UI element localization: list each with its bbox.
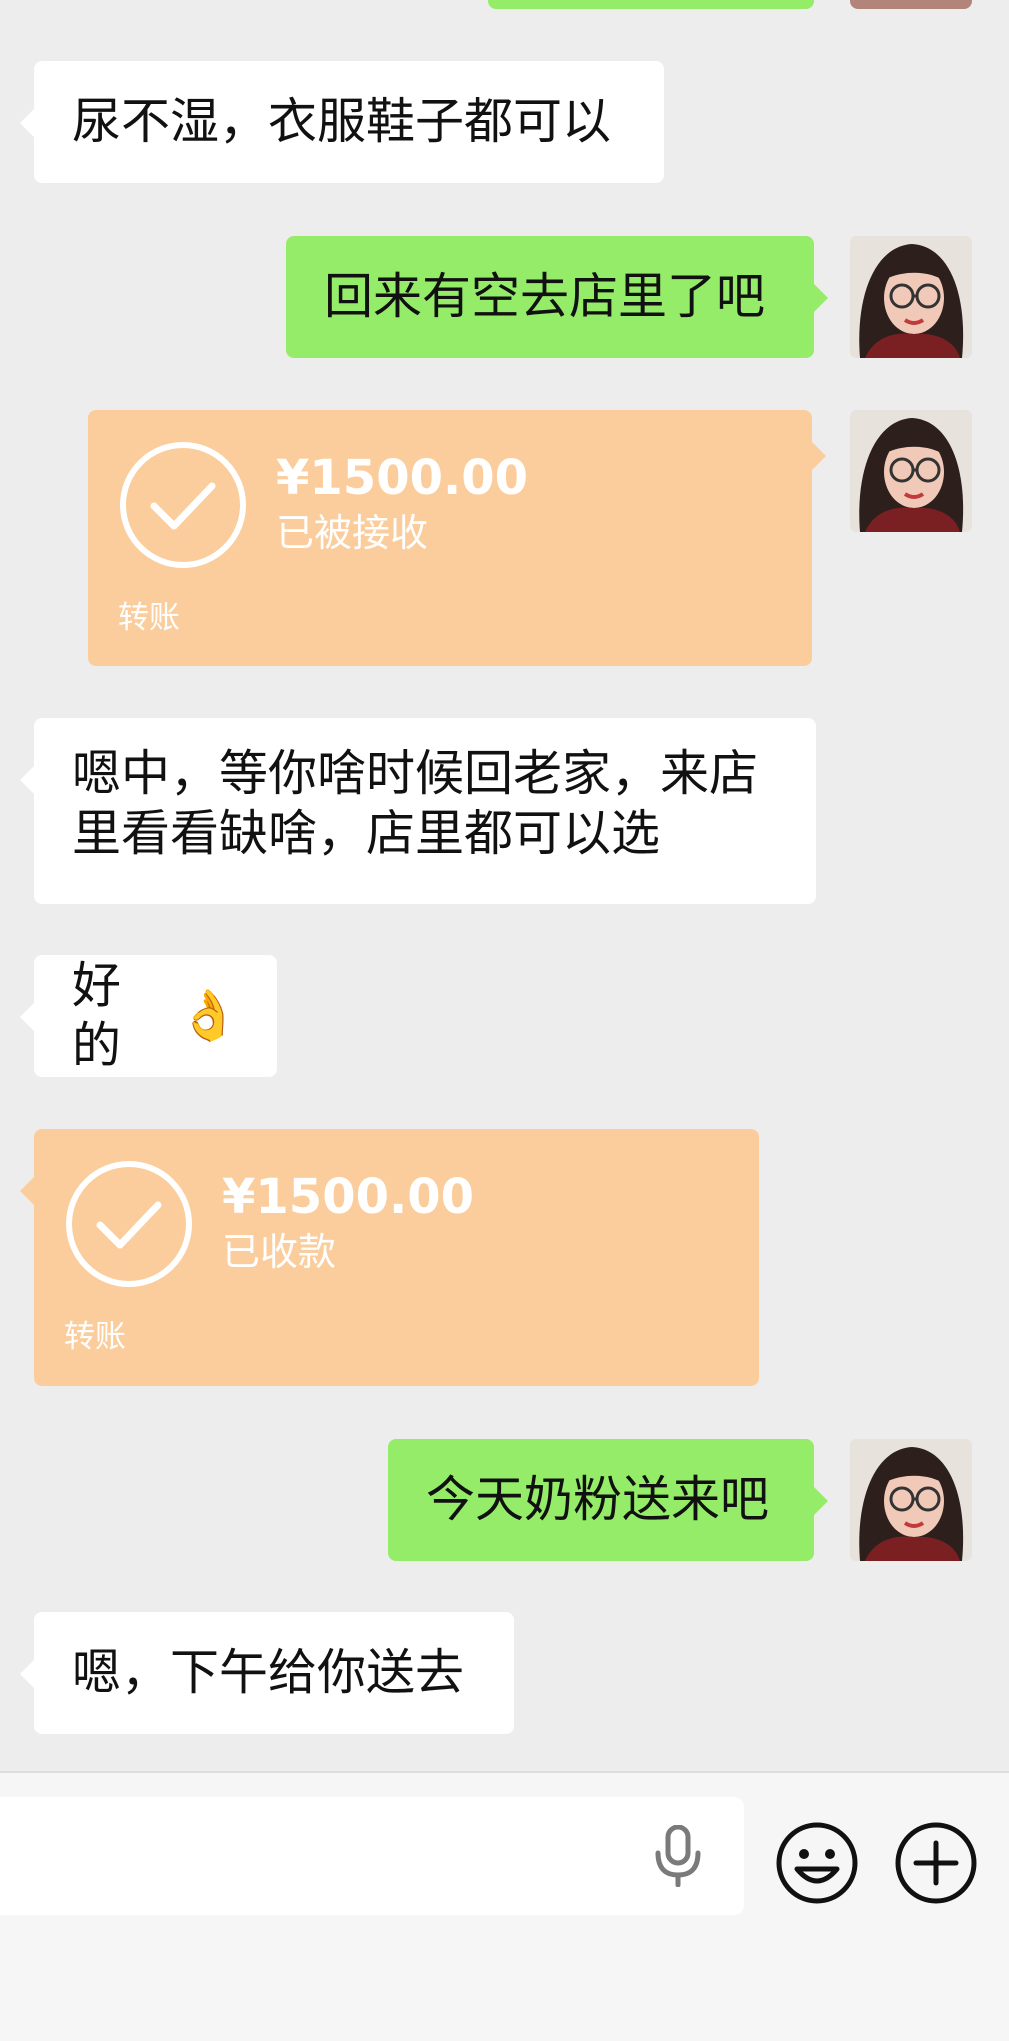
message-text: 今天奶粉送来吧	[426, 1471, 770, 1528]
outgoing-message[interactable]: 今天奶粉送来吧	[388, 1439, 828, 1561]
incoming-message[interactable]: 好的 👌	[20, 955, 277, 1077]
plus-button-icon[interactable]	[894, 1821, 978, 1905]
partial-avatar	[850, 0, 972, 9]
outgoing-message[interactable]: 回来有空去店里了吧	[286, 236, 828, 358]
avatar-icon	[850, 410, 972, 532]
check-circle-icon	[120, 442, 246, 568]
incoming-message[interactable]: 嗯，下午给你送去	[20, 1612, 514, 1734]
emoji-button-icon[interactable]	[775, 1821, 859, 1905]
user-avatar[interactable]	[850, 410, 972, 532]
transfer-status: 已收款	[222, 1230, 337, 1274]
check-circle-icon	[66, 1161, 192, 1287]
chat-screen: 尿不湿，衣服鞋子都可以 回来有空去店里了吧 ¥1500.00 已被接收 转账 嗯…	[0, 0, 1009, 2041]
transfer-amount: ¥1500.00	[222, 1169, 475, 1225]
message-text: 回来有空去店里了吧	[324, 268, 766, 325]
transfer-status: 已被接收	[276, 511, 429, 555]
transfer-card-received[interactable]: ¥1500.00 已收款 转账	[20, 1129, 759, 1386]
transfer-kind: 转账	[118, 600, 180, 636]
user-avatar[interactable]	[850, 236, 972, 358]
message-text: 嗯，下午给你送去	[72, 1644, 465, 1701]
avatar-icon	[850, 236, 972, 358]
avatar-icon	[850, 1439, 972, 1561]
incoming-message[interactable]: 嗯中，等你啥时候回老家，来店 里看看缺啥，店里都可以选	[20, 718, 816, 904]
user-avatar[interactable]	[850, 1439, 972, 1561]
ok-hand-icon: 👌	[177, 987, 239, 1044]
partial-outgoing-bubble	[488, 0, 814, 9]
message-text-line: 嗯中，等你啥时候回老家，来店	[72, 745, 759, 802]
incoming-message[interactable]: 尿不湿，衣服鞋子都可以	[20, 61, 664, 183]
message-text-line: 里看看缺啥，店里都可以选	[72, 805, 661, 862]
microphone-icon[interactable]	[652, 1825, 704, 1887]
transfer-card-sent[interactable]: ¥1500.00 已被接收 转账	[88, 410, 826, 666]
message-input-bar	[0, 1771, 1009, 2041]
message-input[interactable]	[0, 1797, 744, 1915]
message-text: 好的	[72, 957, 122, 1074]
transfer-amount: ¥1500.00	[276, 450, 529, 506]
message-text: 尿不湿，衣服鞋子都可以	[72, 93, 612, 150]
transfer-kind: 转账	[64, 1319, 126, 1355]
